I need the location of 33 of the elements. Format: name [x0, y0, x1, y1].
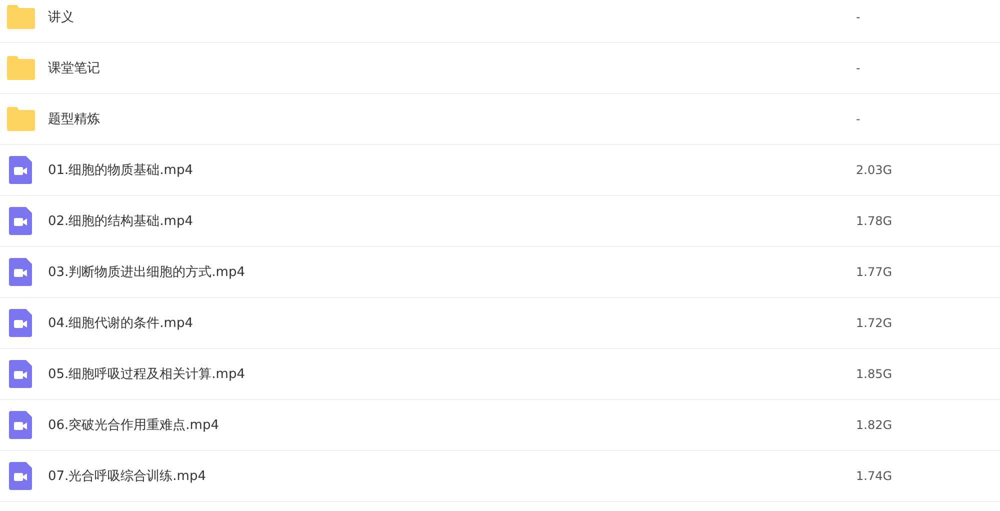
file-row[interactable]: 06.突破光合作用重难点.mp4 1.82G [0, 400, 1000, 451]
file-row[interactable]: 讲义 - [0, 0, 1000, 43]
file-size: - [856, 10, 860, 24]
file-row[interactable]: 03.判断物质进出细胞的方式.mp4 1.77G [0, 247, 1000, 298]
file-row[interactable]: 04.细胞代谢的条件.mp4 1.72G [0, 298, 1000, 349]
file-size: 1.82G [856, 418, 892, 432]
file-size: 1.72G [856, 316, 892, 330]
file-size: 1.74G [856, 469, 892, 483]
file-row[interactable]: 课堂笔记 - [0, 43, 1000, 94]
folder-icon [6, 104, 36, 134]
file-size: 1.85G [856, 367, 892, 381]
file-row[interactable]: 02.细胞的结构基础.mp4 1.78G [0, 196, 1000, 247]
file-size: - [856, 61, 860, 75]
file-row[interactable]: 07.光合呼吸综合训练.mp4 1.74G [0, 451, 1000, 502]
file-size: 1.78G [856, 214, 892, 228]
file-name: 01.细胞的物质基础.mp4 [48, 162, 194, 179]
file-name: 课堂笔记 [48, 60, 101, 77]
file-size: - [856, 112, 860, 126]
file-row[interactable]: 题型精炼 - [0, 94, 1000, 145]
file-name: 05.细胞呼吸过程及相关计算.mp4 [48, 366, 246, 383]
file-name: 07.光合呼吸综合训练.mp4 [48, 468, 207, 485]
file-name: 03.判断物质进出细胞的方式.mp4 [48, 264, 246, 281]
file-name: 06.突破光合作用重难点.mp4 [48, 417, 220, 434]
file-size: 2.03G [856, 163, 892, 177]
file-name: 题型精炼 [48, 111, 101, 128]
folder-icon [6, 2, 36, 32]
file-name: 04.细胞代谢的条件.mp4 [48, 315, 194, 332]
file-name: 讲义 [48, 9, 75, 26]
file-row[interactable]: 01.细胞的物质基础.mp4 2.03G [0, 145, 1000, 196]
file-name: 02.细胞的结构基础.mp4 [48, 213, 194, 230]
file-row[interactable]: 05.细胞呼吸过程及相关计算.mp4 1.85G [0, 349, 1000, 400]
folder-icon [6, 53, 36, 83]
file-size: 1.77G [856, 265, 892, 279]
